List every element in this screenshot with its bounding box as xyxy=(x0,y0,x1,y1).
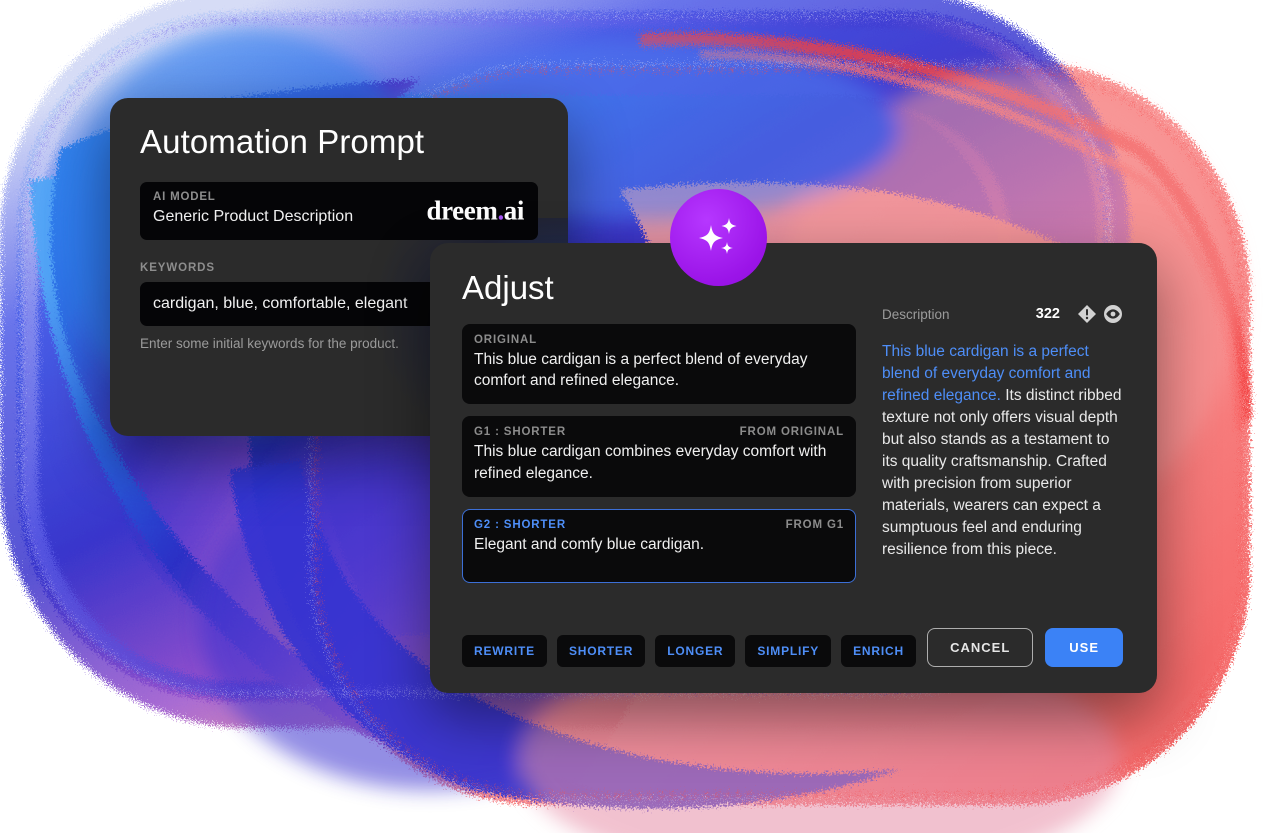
variant-source: FROM G1 xyxy=(785,519,844,532)
description-column: Description 322 This blue cardigan is a … xyxy=(882,305,1123,667)
adjust-modal: Adjust ORIGINAL This blue cardigan is a p… xyxy=(430,243,1157,693)
description-label: Description xyxy=(882,306,950,322)
variant-header: ORIGINAL xyxy=(474,334,844,346)
description-rest-text: Its distinct ribbed texture not only off… xyxy=(882,386,1122,558)
adjust-footer: CANCEL USE xyxy=(882,620,1123,667)
variant-header: G1 : SHORTER FROM ORIGINAL xyxy=(474,426,844,438)
action-button-simplify[interactable]: SIMPLIFY xyxy=(745,635,832,667)
character-count: 322 xyxy=(1035,306,1060,323)
ai-model-field[interactable]: AI MODEL Generic Product Description dre… xyxy=(140,182,538,240)
eye-icon[interactable] xyxy=(1102,304,1123,325)
variant-list: ORIGINAL This blue cardigan is a perfect … xyxy=(462,323,856,629)
action-button-shorter[interactable]: SHORTER xyxy=(556,635,646,667)
variant-tag: ORIGINAL xyxy=(474,333,538,346)
screenshot-stage: Automation Prompt AI MODEL Generic Produ… xyxy=(0,0,1280,833)
description-header: Description 322 xyxy=(882,304,1123,325)
warning-diamond-icon[interactable] xyxy=(1076,304,1097,325)
variant-card[interactable]: G1 : SHORTER FROM ORIGINAL This blue cardi… xyxy=(462,416,856,498)
adjust-title: Adjust xyxy=(462,269,554,306)
variant-card[interactable]: ORIGINAL This blue cardigan is a perfect … xyxy=(462,323,856,405)
use-button[interactable]: USE xyxy=(1045,628,1123,667)
variant-source: FROM ORIGINAL xyxy=(739,426,844,439)
page-title: Automation Prompt xyxy=(140,123,425,160)
cancel-button[interactable]: CANCEL xyxy=(927,628,1034,667)
variant-tag: G2 : SHORTER xyxy=(474,519,566,532)
variant-card[interactable]: G2 : SHORTER FROM G1 Elegant and comfy blu… xyxy=(462,509,856,584)
dreem-ai-logo: dreem.ai xyxy=(426,195,525,226)
action-button-rewrite[interactable]: REWRITE xyxy=(462,635,547,667)
variant-header: G2 : SHORTER FROM G1 xyxy=(474,519,844,531)
brand-suffix: ai xyxy=(503,195,525,226)
variants-column: ORIGINAL This blue cardigan is a perfect … xyxy=(462,323,916,667)
action-button-longer[interactable]: LONGER xyxy=(655,635,736,667)
action-buttons-row: REWRITE SHORTER LONGER SIMPLIFY ENRICH xyxy=(462,629,916,667)
brand-name: dreem xyxy=(426,195,498,226)
sparkles-icon xyxy=(698,217,736,254)
description-preview-text: This blue cardigan is a perfect blend of… xyxy=(882,341,1123,620)
variant-text: This blue cardigan is a perfect blend of… xyxy=(474,350,808,390)
variant-tag: G1 : SHORTER xyxy=(474,426,566,439)
adjust-body: ORIGINAL This blue cardigan is a perfect … xyxy=(462,305,1123,667)
variant-text: Elegant and comfy blue cardigan. xyxy=(474,536,705,554)
sparkles-badge xyxy=(670,189,767,286)
variant-text: This blue cardigan combines everyday com… xyxy=(474,443,827,482)
